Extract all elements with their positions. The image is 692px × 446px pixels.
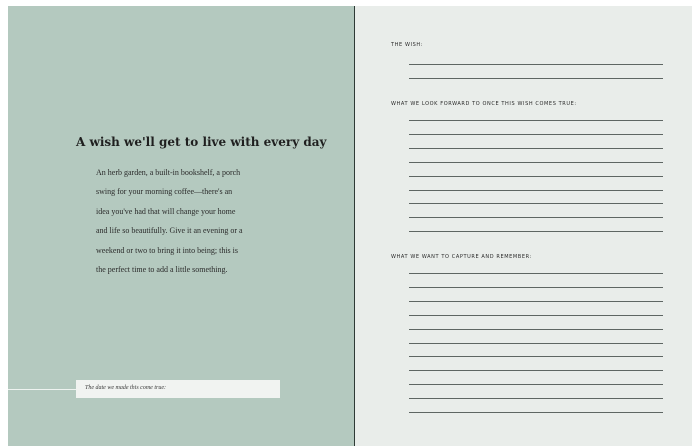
writing-line[interactable] (409, 370, 663, 372)
writing-line[interactable] (409, 398, 663, 400)
writing-line[interactable] (409, 231, 663, 233)
section-label-look-forward: WHAT WE LOOK FORWARD TO ONCE THIS WISH C… (391, 101, 577, 107)
section-label-capture-remember: WHAT WE WANT TO CAPTURE AND REMEMBER: (391, 254, 532, 260)
paragraph-line: and life so beautifully. Give it an even… (96, 226, 243, 236)
date-field[interactable]: The date we made this come true: (76, 380, 280, 398)
writing-line[interactable] (409, 286, 663, 288)
writing-line[interactable] (409, 147, 663, 149)
writing-line[interactable] (409, 203, 663, 205)
paragraph-line: swing for your morning coffee—there's an (96, 187, 233, 197)
writing-line[interactable] (409, 133, 663, 135)
date-leader-line (8, 389, 76, 390)
page-heading: A wish we'll get to live with every day (76, 135, 327, 149)
writing-line[interactable] (409, 77, 663, 79)
left-page: A wish we'll get to live with every day … (8, 6, 354, 446)
paragraph-line: idea you've had that will change your ho… (96, 206, 236, 216)
writing-line[interactable] (409, 64, 663, 65)
writing-line[interactable] (409, 314, 663, 316)
writing-line[interactable] (409, 342, 663, 344)
writing-line[interactable] (409, 189, 663, 191)
writing-line[interactable] (409, 217, 663, 219)
writing-line[interactable] (409, 120, 663, 121)
book-spread: A wish we'll get to live with every day … (8, 6, 692, 446)
writing-line[interactable] (409, 175, 663, 177)
paragraph-line: the perfect time to add a little somethi… (96, 265, 228, 275)
paragraph-line: weekend or two to bring it into being; t… (96, 245, 238, 255)
paragraph-line: An herb garden, a built-in bookshelf, a … (96, 168, 241, 177)
writing-line[interactable] (409, 412, 663, 413)
writing-line[interactable] (409, 161, 663, 163)
intro-paragraph: An herb garden, a built-in bookshelf, a … (96, 163, 296, 279)
writing-line[interactable] (409, 328, 663, 330)
writing-line[interactable] (409, 273, 663, 274)
right-page: THE WISH: WHAT WE LOOK FORWARD TO ONCE T… (355, 6, 692, 446)
date-prompt-label: The date we made this come true: (85, 385, 166, 391)
writing-line[interactable] (409, 384, 663, 386)
writing-line[interactable] (409, 356, 663, 358)
section-label-the-wish: THE WISH: (391, 42, 423, 48)
writing-line[interactable] (409, 300, 663, 302)
